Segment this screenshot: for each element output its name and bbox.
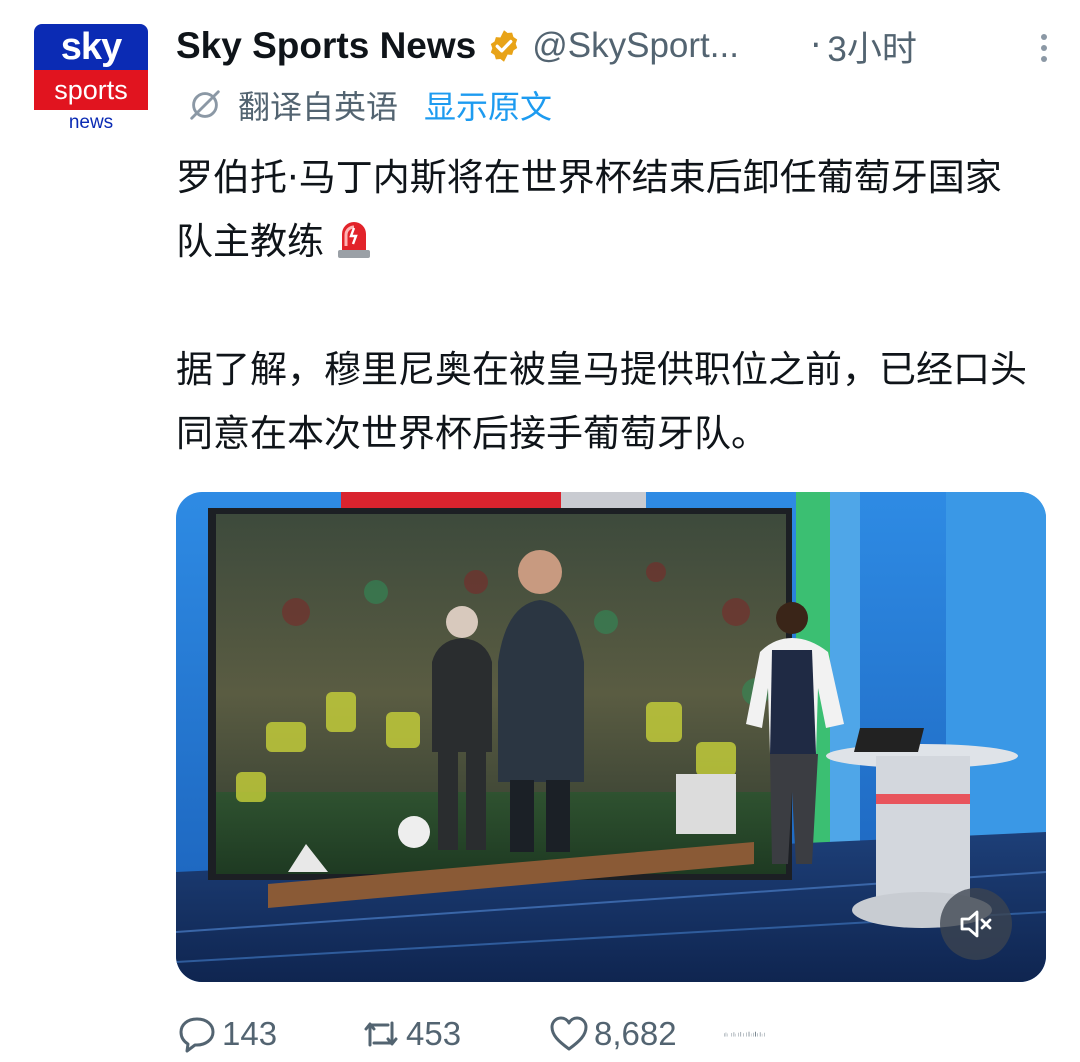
tweet-text-paragraph-1: 罗伯托·马丁内斯将在世界杯结束后卸任葡萄牙国家队主教练 [176,146,1036,274]
translated-label: 翻译自英语 [238,88,399,126]
timestamp[interactable]: 3小时 [827,21,916,72]
reply-count: 143 [222,1015,278,1052]
heart-icon [550,1016,588,1051]
avatar[interactable]: sky sports news [34,24,148,136]
tweet-actions: 143 453 8,682 [176,1008,1046,1062]
display-name[interactable]: Sky Sports News [176,25,476,67]
siren-emoji-icon [338,222,370,258]
mute-toggle-button[interactable] [940,888,1012,960]
logo-text-sports: sports [54,74,128,105]
globe-icon [190,90,220,120]
like-button[interactable]: 8,682 [548,1008,677,1060]
translation-bar: 翻译自英语 显示原文 [186,82,552,128]
retweet-count: 453 [406,1015,462,1052]
retweet-icon [364,1021,398,1047]
show-original-link[interactable]: 显示原文 [424,82,552,128]
video-frame [176,492,1046,982]
logo-text-news: news [68,112,114,133]
retweet-button[interactable]: 453 [360,1008,461,1060]
views-bars-icon [724,1031,765,1037]
more-vertical-icon[interactable] [1032,30,1056,66]
tweet-header: Sky Sports News @SkySport... · 3小时 [176,20,1056,72]
tweet-video[interactable] [176,492,1046,982]
like-count: 8,682 [594,1015,677,1052]
separator-dot: · [810,26,822,66]
reply-icon [179,1017,215,1053]
tweet-text-1: 罗伯托·马丁内斯将在世界杯结束后卸任葡萄牙国家队主教练 [176,156,1002,263]
views-stat[interactable] [724,1008,766,1060]
reply-button[interactable]: 143 [176,1008,277,1060]
user-handle[interactable]: @SkySport... [532,26,782,66]
tweet-text-paragraph-2: 据了解，穆里尼奥在被皇马提供职位之前，已经口头同意在本次世界杯后接手葡萄牙队。 [176,348,1027,455]
logo-text-sky: sky [60,25,122,68]
volume-muted-icon [960,910,992,938]
verified-badge-icon [491,30,518,62]
